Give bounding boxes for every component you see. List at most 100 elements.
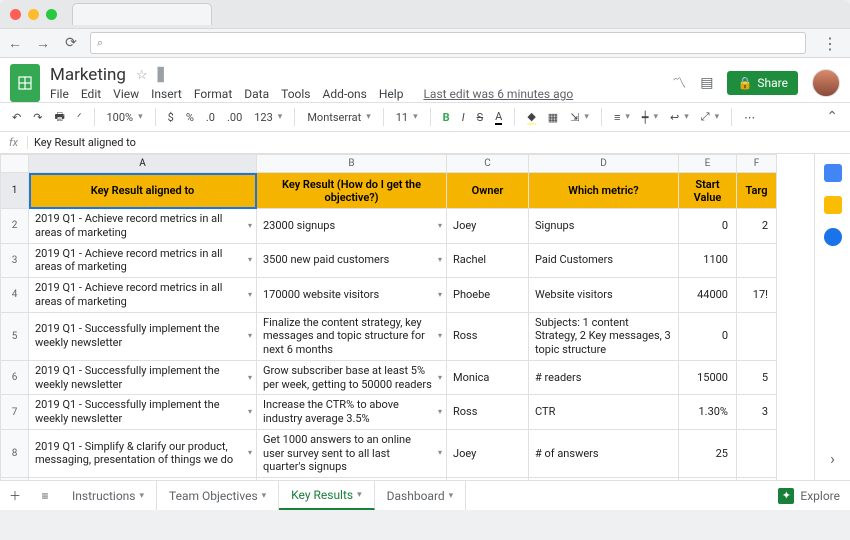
menu-addons[interactable]: Add-ons (323, 87, 367, 101)
cell-E4[interactable]: 44000 (679, 278, 737, 313)
cell-C3[interactable]: Rachel (447, 243, 529, 278)
sheet-tab-key-results[interactable]: Key Results▾ (279, 481, 374, 510)
sheet-tab-instructions[interactable]: Instructions▾ (60, 481, 157, 510)
cell-E6[interactable]: 15000 (679, 360, 737, 395)
merge-icon[interactable]: ⇲▾ (566, 109, 593, 126)
menu-data[interactable]: Data (244, 87, 269, 101)
dec-decrease-icon[interactable]: .0 (202, 109, 219, 126)
cell-E5[interactable]: 0 (679, 312, 737, 360)
last-edit[interactable]: Last edit was 6 minutes ago (423, 87, 573, 101)
cell-B5[interactable]: Finalize the content strategy, key messa… (257, 312, 447, 360)
fill-color-icon[interactable]: ◆ (523, 108, 539, 127)
cell-F2[interactable]: 2 (737, 209, 777, 244)
menu-file[interactable]: File (50, 87, 69, 101)
cell-A9[interactable]: 2019 Q1 - Simplify & clarify our product… (29, 478, 257, 481)
cell-B2[interactable]: 23000 signups (257, 209, 447, 244)
folder-icon[interactable]: ▋ (158, 68, 168, 83)
cell-B7[interactable]: Increase the CTR% to above industry aver… (257, 395, 447, 430)
cell-F3[interactable] (737, 243, 777, 278)
cell-B4[interactable]: 170000 website visitors (257, 278, 447, 313)
cell-C4[interactable]: Phoebe (447, 278, 529, 313)
col-header-F[interactable]: F (737, 155, 777, 173)
cell-C1[interactable]: Owner (447, 173, 529, 209)
cell-B1[interactable]: Key Result (How do I get the objective?) (257, 173, 447, 209)
cell-E8[interactable]: 25 (679, 429, 737, 477)
keep-icon[interactable] (824, 196, 842, 214)
window-maximize-icon[interactable] (46, 9, 57, 20)
sheet-tab-dashboard[interactable]: Dashboard▾ (375, 481, 467, 510)
bold-icon[interactable]: B (439, 109, 454, 126)
row-header-9[interactable]: 9 (1, 478, 29, 481)
more-icon[interactable]: ⋮ (816, 34, 844, 53)
font-size-select[interactable]: 11▾ (392, 109, 422, 126)
more-formats-icon[interactable]: 123▾ (250, 109, 286, 126)
avatar[interactable] (812, 69, 840, 97)
cell-D5[interactable]: Subjects: 1 content Strategy, 2 Key mess… (529, 312, 679, 360)
menu-tools[interactable]: Tools (281, 87, 310, 101)
redo-icon[interactable]: ↷ (29, 109, 46, 126)
row-header-5[interactable]: 5 (1, 312, 29, 360)
font-select[interactable]: Montserrat▾ (303, 109, 374, 126)
cell-D2[interactable]: Signups (529, 209, 679, 244)
zoom-select[interactable]: 100%▾ (103, 109, 147, 126)
cell-A2[interactable]: 2019 Q1 - Achieve record metrics in all … (29, 209, 257, 244)
explore-button[interactable]: ✦ Explore (768, 481, 850, 510)
currency-icon[interactable]: $ (164, 109, 178, 126)
cell-A5[interactable]: 2019 Q1 - Successfully implement the wee… (29, 312, 257, 360)
cell-A8[interactable]: 2019 Q1 - Simplify & clarify our product… (29, 429, 257, 477)
cell-C2[interactable]: Joey (447, 209, 529, 244)
window-close-icon[interactable] (10, 9, 21, 20)
sheets-icon[interactable] (10, 64, 40, 102)
text-color-icon[interactable]: A (491, 108, 506, 127)
menu-view[interactable]: View (113, 87, 139, 101)
row-header-8[interactable]: 8 (1, 429, 29, 477)
col-header-A[interactable]: A (29, 155, 257, 173)
print-icon[interactable]: 🖶 (50, 106, 68, 129)
add-sheet-button[interactable]: ＋ (0, 481, 30, 510)
window-minimize-icon[interactable] (28, 9, 39, 20)
cell-F5[interactable] (737, 312, 777, 360)
calendar-icon[interactable] (824, 164, 842, 182)
cell-B6[interactable]: Grow subscriber base at least 5% per wee… (257, 360, 447, 395)
url-bar[interactable]: ⌕ (90, 32, 806, 54)
cell-B8[interactable]: Get 1000 answers to an online user surve… (257, 429, 447, 477)
spreadsheet-grid[interactable]: A B C D E F 1 Key Result aligned to Key … (0, 154, 814, 480)
formula-input[interactable]: Key Result aligned to (28, 136, 850, 149)
col-header-C[interactable]: C (447, 155, 529, 173)
undo-icon[interactable]: ↶ (8, 109, 25, 126)
cell-D6[interactable]: # readers (529, 360, 679, 395)
cell-C5[interactable]: Ross (447, 312, 529, 360)
row-header-3[interactable]: 3 (1, 243, 29, 278)
menu-format[interactable]: Format (194, 87, 232, 101)
row-header-7[interactable]: 7 (1, 395, 29, 430)
cell-A3[interactable]: 2019 Q1 - Achieve record metrics in all … (29, 243, 257, 278)
browser-tab[interactable] (72, 3, 212, 25)
cell-E2[interactable]: 0 (679, 209, 737, 244)
cell-D7[interactable]: CTR (529, 395, 679, 430)
dec-increase-icon[interactable]: .00 (223, 109, 246, 126)
more-toolbar-icon[interactable]: ⋯ (740, 109, 759, 126)
paint-format-icon[interactable]: ᐟ (73, 109, 86, 126)
doc-title[interactable]: Marketing (50, 65, 126, 85)
row-header-6[interactable]: 6 (1, 360, 29, 395)
cell-B3[interactable]: 3500 new paid customers (257, 243, 447, 278)
cell-E1[interactable]: Start Value (679, 173, 737, 209)
collapse-toolbar-icon[interactable]: ⌃ (822, 107, 842, 127)
cell-A7[interactable]: 2019 Q1 - Successfully implement the wee… (29, 395, 257, 430)
cell-D4[interactable]: Website visitors (529, 278, 679, 313)
menu-insert[interactable]: Insert (151, 87, 182, 101)
cell-E7[interactable]: 1.30% (679, 395, 737, 430)
share-button[interactable]: 🔒 Share (727, 71, 798, 95)
activity-icon[interactable]: 〽 (672, 73, 686, 93)
cell-E3[interactable]: 1100 (679, 243, 737, 278)
percent-icon[interactable]: % (182, 109, 198, 126)
cell-A1[interactable]: Key Result aligned to (29, 173, 257, 209)
cell-F7[interactable]: 3 (737, 395, 777, 430)
cell-A6[interactable]: 2019 Q1 - Successfully implement the wee… (29, 360, 257, 395)
reload-icon[interactable]: ⟳ (62, 35, 80, 51)
row-header-4[interactable]: 4 (1, 278, 29, 313)
corner-cell[interactable] (1, 155, 29, 173)
all-sheets-button[interactable]: ≡ (30, 481, 60, 510)
row-header-2[interactable]: 2 (1, 209, 29, 244)
wrap-icon[interactable]: ↩▾ (666, 109, 693, 126)
